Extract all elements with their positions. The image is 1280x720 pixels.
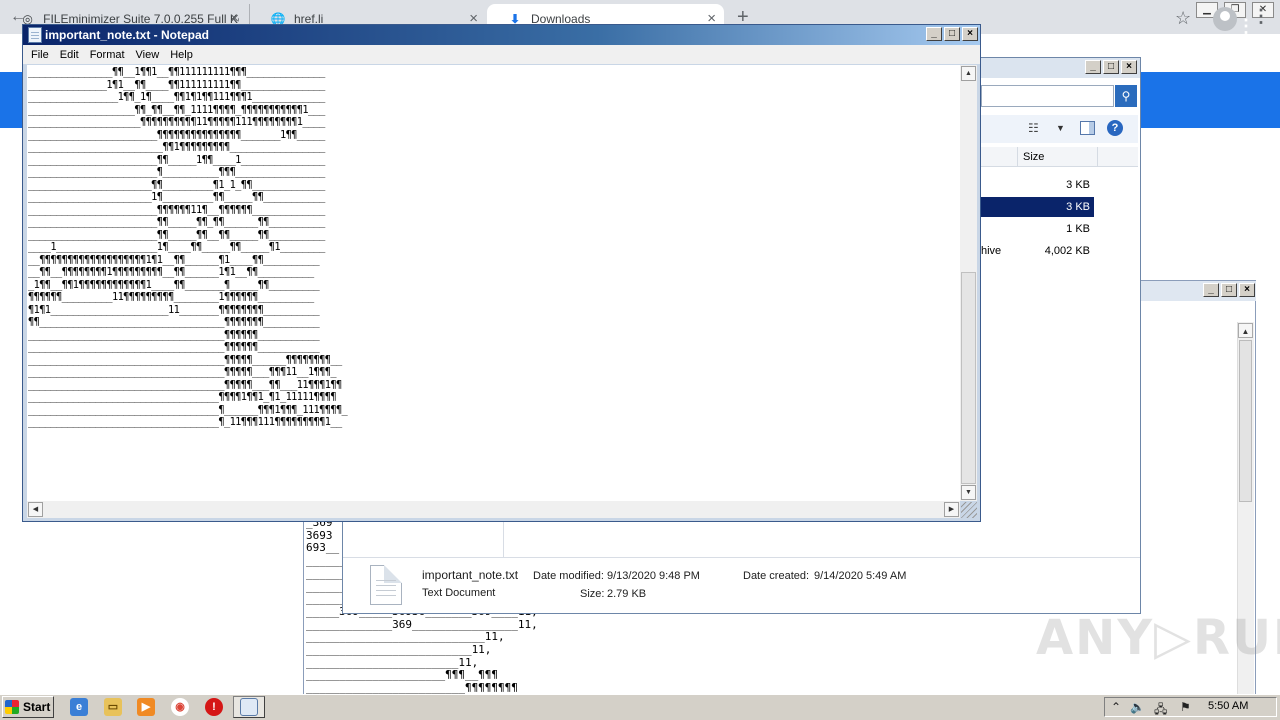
details-file-name: important_note.txt bbox=[422, 568, 519, 582]
details-pane bbox=[343, 557, 1140, 613]
minimize-button[interactable]: _ bbox=[1085, 60, 1101, 74]
search-input[interactable] bbox=[981, 85, 1114, 107]
preview-pane-icon[interactable] bbox=[1080, 121, 1095, 135]
chevron-down-icon[interactable]: ▼ bbox=[1056, 123, 1065, 133]
notepad-content: _______________¶¶__1¶¶1__¶¶111111111¶¶¶_… bbox=[28, 66, 348, 428]
windows-logo-icon bbox=[5, 700, 19, 714]
maximize-button[interactable]: □ bbox=[1221, 283, 1237, 297]
network-icon[interactable]: 🖧 bbox=[1154, 700, 1167, 720]
scrollbar-thumb[interactable] bbox=[961, 272, 976, 484]
folder-icon[interactable]: ▭ bbox=[104, 698, 122, 716]
maximize-button[interactable]: □ bbox=[1103, 60, 1119, 74]
scroll-left-arrow-icon[interactable]: ◀ bbox=[28, 502, 43, 517]
scroll-down-arrow-icon[interactable]: ▼ bbox=[961, 485, 976, 500]
close-button[interactable]: × bbox=[1121, 60, 1137, 74]
chrome-icon[interactable]: ◉ bbox=[171, 698, 189, 716]
close-button[interactable]: × bbox=[962, 27, 978, 41]
menu-view[interactable]: View bbox=[136, 49, 168, 61]
file-type: hive bbox=[981, 245, 1002, 257]
internet-explorer-icon[interactable]: e bbox=[70, 698, 88, 716]
downloads-more-icon[interactable]: ⋮ bbox=[1237, 16, 1255, 37]
details-size-value: 2.79 KB bbox=[607, 588, 647, 600]
details-size-label: Size: bbox=[580, 588, 605, 600]
file-size: 4,002 KB bbox=[1044, 245, 1090, 257]
file-size: 3 KB bbox=[1066, 179, 1090, 191]
background-window-controls: _ □ × bbox=[1203, 283, 1255, 297]
column-header-size[interactable]: Size bbox=[1017, 147, 1098, 167]
explorer-window-controls: _ □ × bbox=[1085, 60, 1137, 74]
minimize-button[interactable]: _ bbox=[1203, 283, 1219, 297]
details-created-value: 9/14/2020 5:49 AM bbox=[814, 570, 907, 582]
action-center-flag-icon[interactable]: ⚑ bbox=[1180, 700, 1191, 714]
change-view-icon[interactable]: ☷ bbox=[1028, 121, 1039, 135]
notepad-menubar: File Edit Format View Help bbox=[23, 45, 980, 64]
menu-format[interactable]: Format bbox=[90, 49, 133, 61]
close-button[interactable]: × bbox=[1239, 283, 1255, 297]
text-document-icon bbox=[370, 565, 402, 605]
maximize-button[interactable]: □ bbox=[944, 27, 960, 41]
chevron-up-icon[interactable]: ⌃ bbox=[1111, 700, 1121, 714]
menu-file[interactable]: File bbox=[31, 49, 57, 61]
notepad-icon bbox=[28, 27, 42, 43]
search-icon[interactable]: ⚲ bbox=[1115, 85, 1137, 107]
details-created-label: Date created: bbox=[743, 570, 810, 582]
navigation-pane bbox=[343, 517, 503, 557]
media-player-icon[interactable]: ▶ bbox=[137, 698, 155, 716]
notepad-icon bbox=[240, 698, 258, 716]
profile-avatar[interactable] bbox=[1213, 7, 1237, 31]
details-modified-label: Date modified: bbox=[533, 570, 604, 582]
notepad-title: important_note.txt - Notepad bbox=[23, 25, 980, 45]
taskbar bbox=[0, 694, 1280, 720]
file-size: 1 KB bbox=[1066, 223, 1090, 235]
details-modified-value: 9/13/2020 9:48 PM bbox=[607, 570, 700, 582]
scroll-up-arrow-icon[interactable]: ▲ bbox=[961, 66, 976, 81]
pane-divider[interactable] bbox=[503, 517, 504, 557]
taskbar-clock[interactable]: 5:50 AM bbox=[1208, 700, 1248, 712]
volume-icon[interactable]: 🔈 bbox=[1130, 700, 1145, 714]
anyrun-watermark-logo: ANY▷RUN bbox=[1036, 610, 1280, 666]
minimize-button[interactable]: _ bbox=[926, 27, 942, 41]
scrollbar-thumb[interactable] bbox=[1239, 340, 1252, 502]
details-file-type: Text Document bbox=[422, 587, 496, 599]
menu-help[interactable]: Help bbox=[170, 49, 201, 61]
help-icon[interactable]: ? bbox=[1107, 120, 1123, 136]
horizontal-scrollbar[interactable] bbox=[27, 501, 960, 518]
file-size: 3 KB bbox=[1066, 201, 1090, 213]
file-row-selected[interactable]: 3 KB bbox=[981, 197, 1094, 217]
scroll-right-arrow-icon[interactable]: ▶ bbox=[944, 502, 959, 517]
bookmark-star-icon[interactable]: ☆ bbox=[1175, 8, 1191, 29]
file-row[interactable]: hive 4,002 KB bbox=[981, 241, 1094, 261]
file-row[interactable]: 1 KB bbox=[981, 219, 1094, 239]
menu-edit[interactable]: Edit bbox=[60, 49, 87, 61]
resize-grip-icon[interactable] bbox=[961, 502, 977, 518]
scroll-up-arrow-icon[interactable]: ▲ bbox=[1238, 323, 1253, 338]
file-row[interactable]: 3 KB bbox=[981, 175, 1094, 195]
opera-icon[interactable]: ! bbox=[205, 698, 223, 716]
notepad-window-controls: _ □ × bbox=[926, 27, 978, 41]
